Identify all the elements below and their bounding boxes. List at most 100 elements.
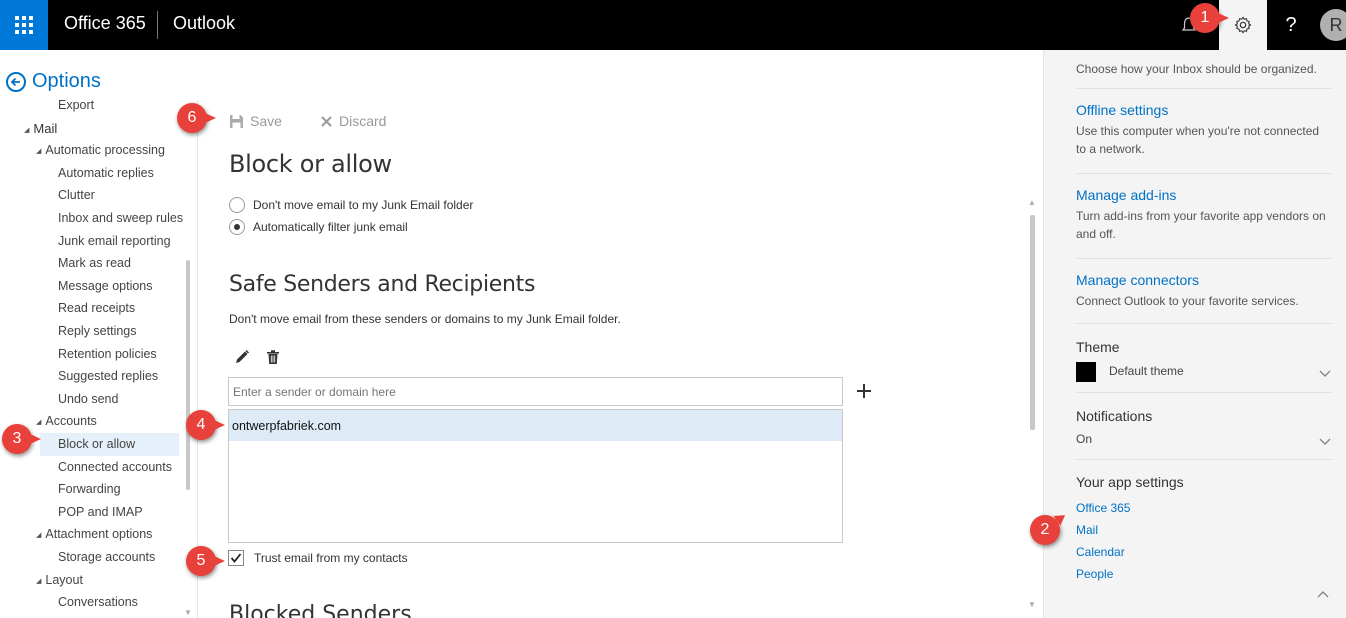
theme-dropdown[interactable]: Default theme [1076, 362, 1334, 386]
nav-item-connected-accounts[interactable]: Connected accounts [58, 460, 172, 474]
nav-item-storage-accounts[interactable]: Storage accounts [58, 550, 155, 564]
app-settings-label: Your app settings [1076, 474, 1184, 490]
close-icon [321, 115, 332, 127]
radio-button[interactable] [229, 197, 245, 213]
nav-item-undo-send[interactable]: Undo send [58, 392, 118, 406]
radio-button[interactable] [229, 219, 245, 235]
callout-marker-2: 2 [1030, 515, 1060, 545]
nav-item-junk-email-reporting[interactable]: Junk email reporting [58, 234, 171, 248]
list-item[interactable]: ontwerpfabriek.com [229, 410, 842, 441]
radio-no-move-junk[interactable]: Don't move email to my Junk Email folder [229, 197, 473, 213]
app-link-calendar[interactable]: Calendar [1076, 545, 1125, 559]
connectors-description: Connect Outlook to your favorite service… [1076, 294, 1299, 308]
nav-item-automatic-replies[interactable]: Automatic replies [58, 166, 154, 180]
nav-item-label: Reply settings [58, 324, 137, 338]
nav-item-label: Storage accounts [58, 550, 156, 564]
manage-connectors-link[interactable]: Manage connectors [1076, 272, 1332, 288]
divider [1076, 173, 1332, 174]
divider [1076, 258, 1332, 259]
nav-item-attachment-options[interactable]: ◢ Attachment options [36, 527, 152, 541]
delete-button[interactable] [264, 348, 282, 366]
avatar[interactable]: R [1320, 9, 1346, 41]
nav-item-conversations[interactable]: Conversations [58, 595, 138, 609]
notifications-heading: Notifications [1076, 408, 1332, 426]
nav-item-accounts[interactable]: ◢ Accounts [36, 414, 97, 428]
nav-item-mail[interactable]: ◢ Mail [24, 121, 57, 136]
nav-item-label: Junk email reporting [58, 234, 171, 248]
nav-item-clutter[interactable]: Clutter [58, 188, 95, 202]
nav-item-layout[interactable]: ◢ Layout [36, 573, 83, 587]
settings-panel: Choose how your Inbox should be organize… [1043, 50, 1346, 618]
divider [1076, 88, 1332, 89]
app-link-mail[interactable]: Mail [1076, 523, 1098, 537]
main-scroll-down-arrow[interactable]: ▼ [1028, 600, 1036, 609]
options-back-link[interactable]: Options [6, 70, 101, 93]
nav-item-label: Accounts [45, 414, 97, 428]
app-name[interactable]: Outlook [173, 13, 235, 34]
discard-button[interactable]: Discard [320, 113, 386, 129]
nav-item-inbox-and-sweep-rules[interactable]: Inbox and sweep rules [58, 211, 183, 225]
chevron-up-icon[interactable] [1316, 588, 1330, 602]
checkbox[interactable] [228, 550, 244, 566]
nav-item-label: Inbox and sweep rules [58, 211, 184, 225]
save-label: Save [250, 113, 282, 129]
safe-senders-list[interactable]: ontwerpfabriek.com [228, 409, 843, 543]
app-settings-heading: Your app settings [1076, 474, 1332, 492]
save-button[interactable]: Save [229, 113, 282, 129]
checkmark-icon [230, 553, 242, 563]
main-scrollbar[interactable] [1030, 215, 1035, 430]
nav-item-label: Undo send [58, 392, 119, 406]
nav-scrollbar[interactable] [186, 260, 190, 490]
offline-description: Use this computer when you're not connec… [1076, 124, 1320, 156]
nav-item-retention-policies[interactable]: Retention policies [58, 347, 157, 361]
blocked-senders-heading: Blocked Senders [229, 602, 412, 618]
nav-item-block-or-allow[interactable]: Block or allow [58, 437, 135, 451]
nav-scroll-down-arrow[interactable]: ▼ [184, 608, 192, 617]
sender-domain-input[interactable] [228, 377, 843, 406]
nav-item-message-options[interactable]: Message options [58, 279, 153, 293]
connectors-setting: Manage connectors Connect Outlook to you… [1076, 272, 1332, 310]
nav-item-label: Retention policies [58, 347, 157, 361]
offline-settings-link[interactable]: Offline settings [1076, 102, 1332, 118]
main-scroll-up-arrow[interactable]: ▲ [1028, 198, 1036, 207]
expand-triangle-icon[interactable]: ◢ [36, 418, 41, 426]
pencil-icon [236, 349, 250, 363]
nav-item-mark-as-read[interactable]: Mark as read [58, 256, 131, 270]
edit-button[interactable] [233, 348, 251, 366]
radio-auto-filter[interactable]: Automatically filter junk email [229, 219, 408, 235]
expand-triangle-icon[interactable]: ◢ [36, 531, 41, 539]
add-sender-button[interactable] [853, 380, 875, 402]
nav-item-label: Automatic processing [45, 143, 165, 157]
nav-item-reply-settings[interactable]: Reply settings [58, 324, 137, 338]
nav-item-read-receipts[interactable]: Read receipts [58, 301, 135, 315]
trust-contacts-option[interactable]: Trust email from my contacts [228, 550, 408, 566]
expand-triangle-icon[interactable]: ◢ [24, 126, 29, 134]
theme-swatch [1076, 362, 1096, 382]
safe-senders-heading: Safe Senders and Recipients [229, 272, 536, 297]
page-title: Block or allow [229, 150, 392, 178]
manage-addins-link[interactable]: Manage add-ins [1076, 187, 1332, 203]
settings-button[interactable] [1219, 0, 1267, 50]
brand-label[interactable]: Office 365 [64, 13, 146, 34]
nav-item-export[interactable]: Export [58, 98, 94, 112]
plus-icon [857, 384, 871, 398]
notifications-dropdown[interactable]: On [1076, 430, 1334, 454]
app-link-office365[interactable]: Office 365 [1076, 501, 1130, 515]
expand-triangle-icon[interactable]: ◢ [36, 577, 41, 585]
trash-icon [267, 350, 279, 364]
nav-item-pop-and-imap[interactable]: POP and IMAP [58, 505, 143, 519]
help-button[interactable]: ? [1267, 0, 1315, 50]
expand-triangle-icon[interactable]: ◢ [36, 147, 41, 155]
app-launcher-button[interactable] [0, 0, 48, 50]
divider [1076, 459, 1332, 460]
nav-item-forwarding[interactable]: Forwarding [58, 482, 121, 496]
brand-divider [157, 11, 158, 39]
nav-item-automatic-processing[interactable]: ◢ Automatic processing [36, 143, 165, 157]
options-title: Options [32, 70, 101, 92]
callout-marker-4: 4 [186, 410, 225, 440]
radio-selected-dot [234, 224, 240, 230]
app-link-people[interactable]: People [1076, 567, 1113, 581]
nav-item-label: Automatic replies [58, 166, 154, 180]
addins-setting: Manage add-ins Turn add-ins from your fa… [1076, 187, 1332, 243]
nav-item-suggested-replies[interactable]: Suggested replies [58, 369, 158, 383]
